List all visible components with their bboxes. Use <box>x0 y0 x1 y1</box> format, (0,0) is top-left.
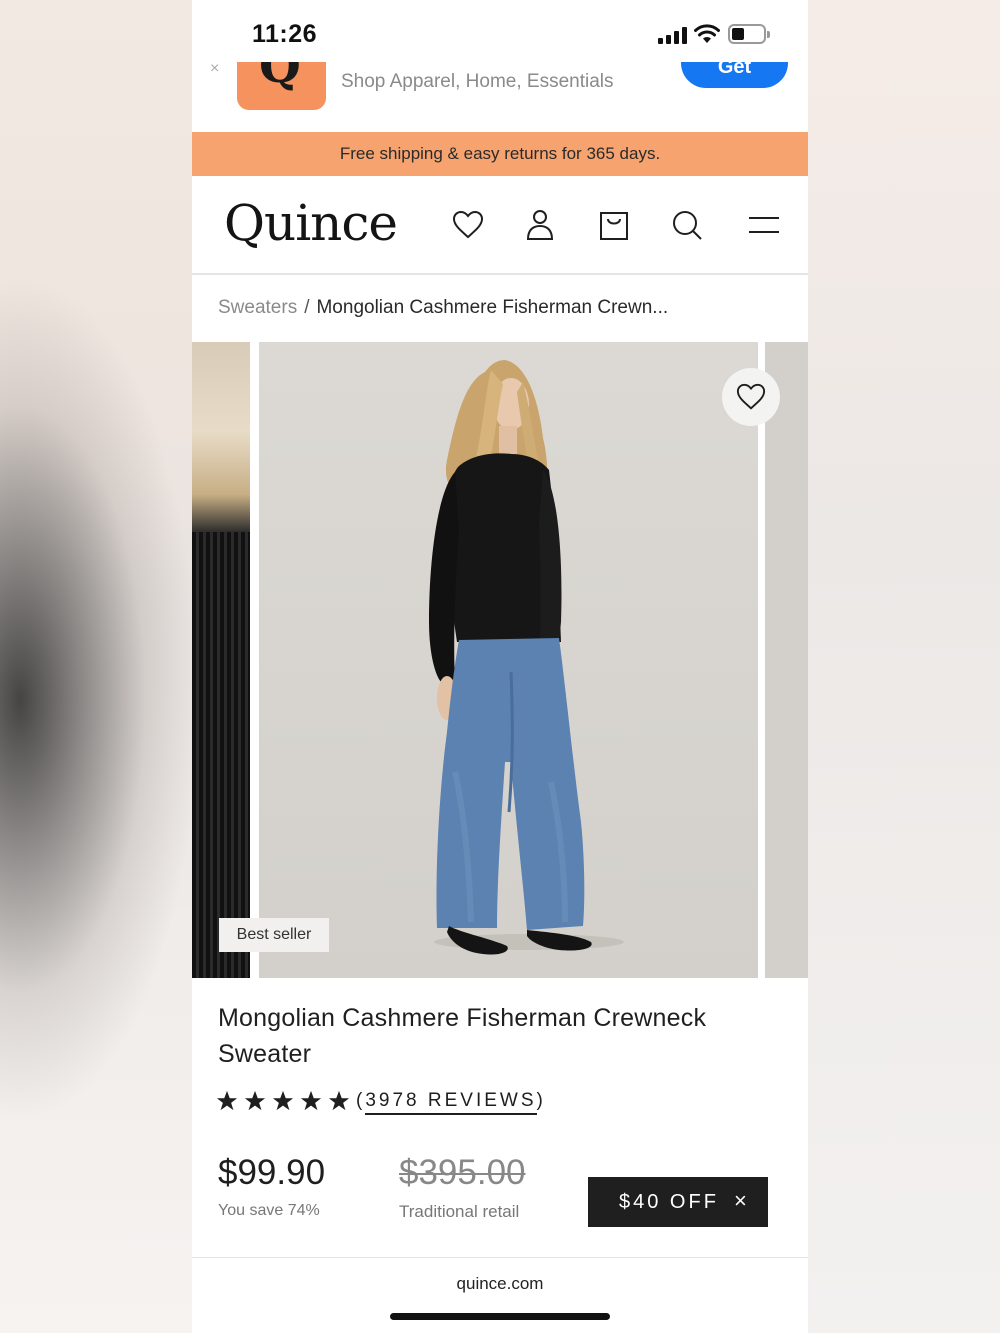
account-icon[interactable] <box>523 208 557 242</box>
reviews-open-paren: ( <box>356 1090 366 1111</box>
reviews-count[interactable]: 3978 REVIEWS <box>365 1090 537 1115</box>
product-title: Mongolian Cashmere Fisherman Crewneck Sw… <box>218 1004 707 1068</box>
star-icon <box>272 1090 294 1111</box>
banner-tagline: Shop Apparel, Home, Essentials <box>341 71 614 92</box>
browser-divider <box>192 1257 808 1258</box>
search-icon[interactable] <box>670 208 704 242</box>
app-icon-letter: Q <box>259 62 301 94</box>
battery-icon <box>728 24 770 44</box>
heart-icon[interactable] <box>451 208 485 242</box>
browser-url[interactable]: quince.com <box>192 1274 808 1294</box>
breadcrumb: Sweaters / Mongolian Cashmere Fisherman Cr… <box>218 297 668 319</box>
heart-icon <box>736 383 766 410</box>
phone-screen: 11:26 × Q Shop Apparel, Home, Essentials… <box>192 0 808 1333</box>
traditional-retail-label: Traditional retail <box>399 1202 520 1221</box>
sale-price: $99.90 <box>218 1153 326 1192</box>
star-icon <box>216 1090 238 1111</box>
breadcrumb-current: Mongolian Cashmere Fisherman Crewn... <box>316 297 669 318</box>
wifi-icon <box>694 24 720 43</box>
best-seller-badge: Best seller <box>219 918 329 952</box>
star-icon <box>244 1090 266 1111</box>
banner-close-icon[interactable]: × <box>210 62 219 78</box>
savings-text: You save 74% <box>218 1202 320 1219</box>
product-image-gallery[interactable]: Best seller <box>192 342 808 978</box>
breadcrumb-sweaters[interactable]: Sweaters <box>218 297 297 318</box>
product-image-main[interactable] <box>259 342 758 978</box>
status-time: 11:26 <box>252 20 318 48</box>
home-indicator[interactable] <box>390 1313 610 1320</box>
model-illustration <box>429 360 624 955</box>
site-header: Quince <box>192 176 808 275</box>
shopping-bag-icon[interactable] <box>597 208 631 242</box>
star-icon <box>328 1090 350 1111</box>
original-price: $395.00 <box>399 1153 526 1192</box>
menu-icon[interactable] <box>747 208 781 242</box>
previous-product-image[interactable] <box>192 342 250 978</box>
blurred-background-right <box>808 0 1000 1333</box>
promo-bar[interactable]: Free shipping & easy returns for 365 day… <box>192 132 808 176</box>
product-rating[interactable]: (3978 REVIEWS) <box>216 1090 546 1115</box>
next-product-image[interactable] <box>765 342 808 978</box>
quince-logo[interactable]: Quince <box>224 194 398 252</box>
reviews-close-paren: ) <box>536 1090 546 1111</box>
close-offer-icon[interactable]: × <box>734 1188 747 1214</box>
cellular-signal-icon <box>658 26 687 44</box>
app-install-banner: × Q Shop Apparel, Home, Essentials Get <box>192 62 808 132</box>
get-app-button[interactable]: Get <box>681 62 788 88</box>
add-to-wishlist-button[interactable] <box>722 368 780 426</box>
star-rating <box>216 1090 350 1112</box>
star-icon <box>300 1090 322 1111</box>
quince-app-icon: Q <box>237 62 326 110</box>
status-bar: 11:26 <box>192 0 808 62</box>
reviews-link[interactable]: (3978 REVIEWS) <box>356 1090 546 1115</box>
breadcrumb-separator: / <box>304 297 310 318</box>
